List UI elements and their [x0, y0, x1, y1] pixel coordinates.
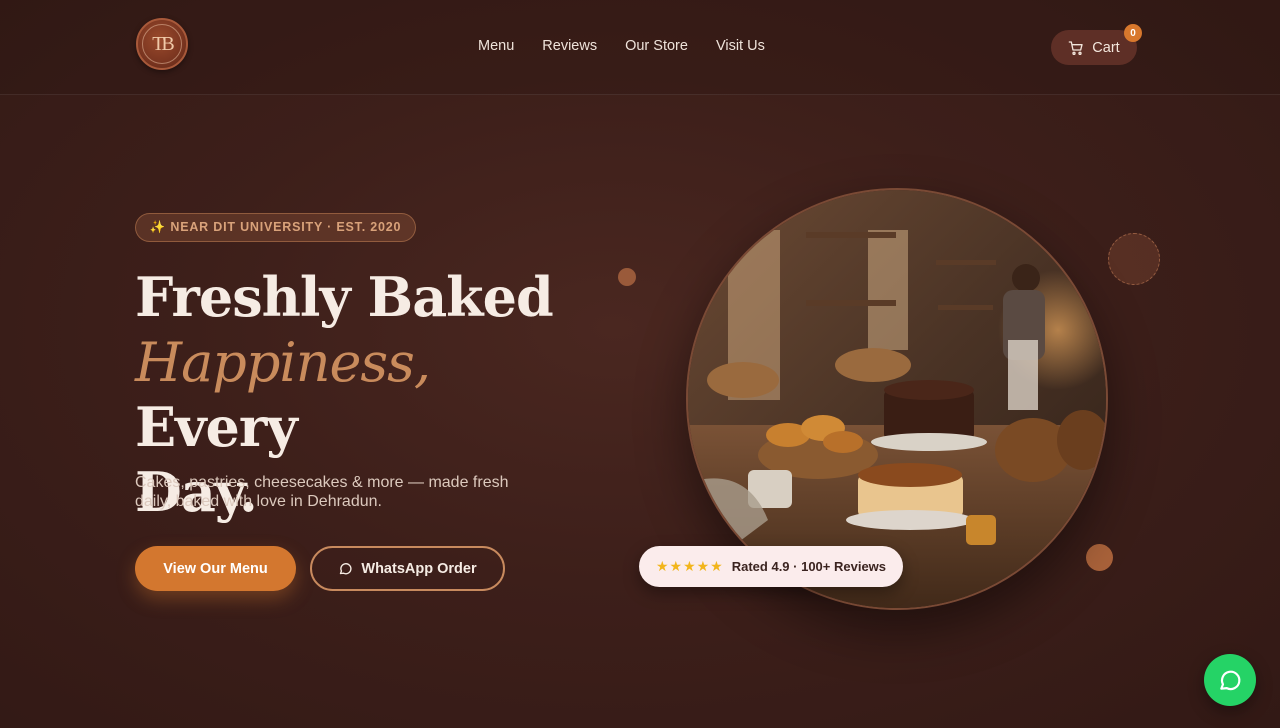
cart-icon [1068, 40, 1083, 55]
chat-bubble-icon [340, 563, 352, 575]
cart-button[interactable]: Cart 0 [1051, 24, 1142, 65]
whatsapp-icon [1220, 670, 1241, 691]
whatsapp-order-label: WhatsApp Order [361, 560, 477, 577]
view-menu-button[interactable]: View Our Menu [135, 546, 296, 591]
decorative-dot-small [618, 268, 636, 286]
decorative-dot-dashed [1108, 233, 1160, 285]
headline-line-1: Freshly Baked [135, 265, 554, 329]
nav-link-visit-us[interactable]: Visit Us [716, 38, 765, 54]
location-badge: ✨ NEAR DIT UNIVERSITY · EST. 2020 [135, 213, 416, 242]
decorative-dot-medium [1086, 544, 1113, 571]
cart-count-badge: 0 [1124, 24, 1142, 42]
nav-link-menu[interactable]: Menu [478, 38, 514, 54]
nav-link-our-store[interactable]: Our Store [625, 38, 688, 54]
bakery-logo[interactable]: TB [136, 18, 188, 70]
site-header: TB Menu Reviews Our Store Visit Us Cart … [0, 0, 1280, 95]
headline-line-2: Every [135, 395, 298, 459]
whatsapp-order-button[interactable]: WhatsApp Order [310, 546, 505, 591]
hero-subtext: Cakes, pastries, cheesecakes & more — ma… [135, 474, 509, 510]
logo-monogram: TB [142, 24, 182, 64]
whatsapp-float-button[interactable] [1204, 654, 1256, 706]
main-nav: Menu Reviews Our Store Visit Us [478, 38, 765, 54]
rating-text: Rated 4.9 · 100+ Reviews [731, 559, 887, 574]
star-rating-icons: ★★★★★ [655, 558, 724, 574]
rating-badge: ★★★★★ Rated 4.9 · 100+ Reviews [639, 546, 903, 587]
headline-accent: Happiness, [135, 331, 431, 394]
nav-link-reviews[interactable]: Reviews [542, 38, 597, 54]
cart-label: Cart [1092, 39, 1120, 56]
